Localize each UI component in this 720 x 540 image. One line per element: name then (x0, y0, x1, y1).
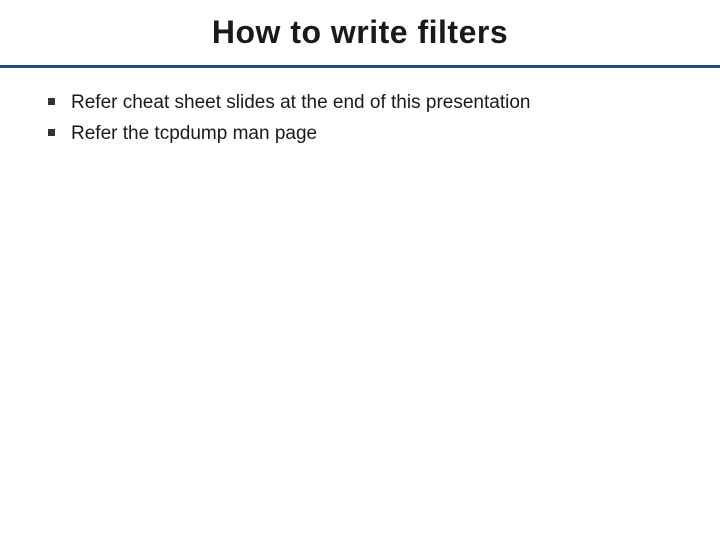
list-item: Refer the tcpdump man page (48, 121, 672, 148)
slide-container: How to write filters Refer cheat sheet s… (0, 0, 720, 540)
slide-content: Refer cheat sheet slides at the end of t… (0, 68, 720, 173)
bullet-text: Refer cheat sheet slides at the end of t… (71, 90, 530, 117)
bullet-text: Refer the tcpdump man page (71, 121, 317, 148)
list-item: Refer cheat sheet slides at the end of t… (48, 90, 672, 117)
bullet-icon (48, 98, 55, 105)
slide-title: How to write filters (0, 0, 720, 61)
bullet-icon (48, 129, 55, 136)
